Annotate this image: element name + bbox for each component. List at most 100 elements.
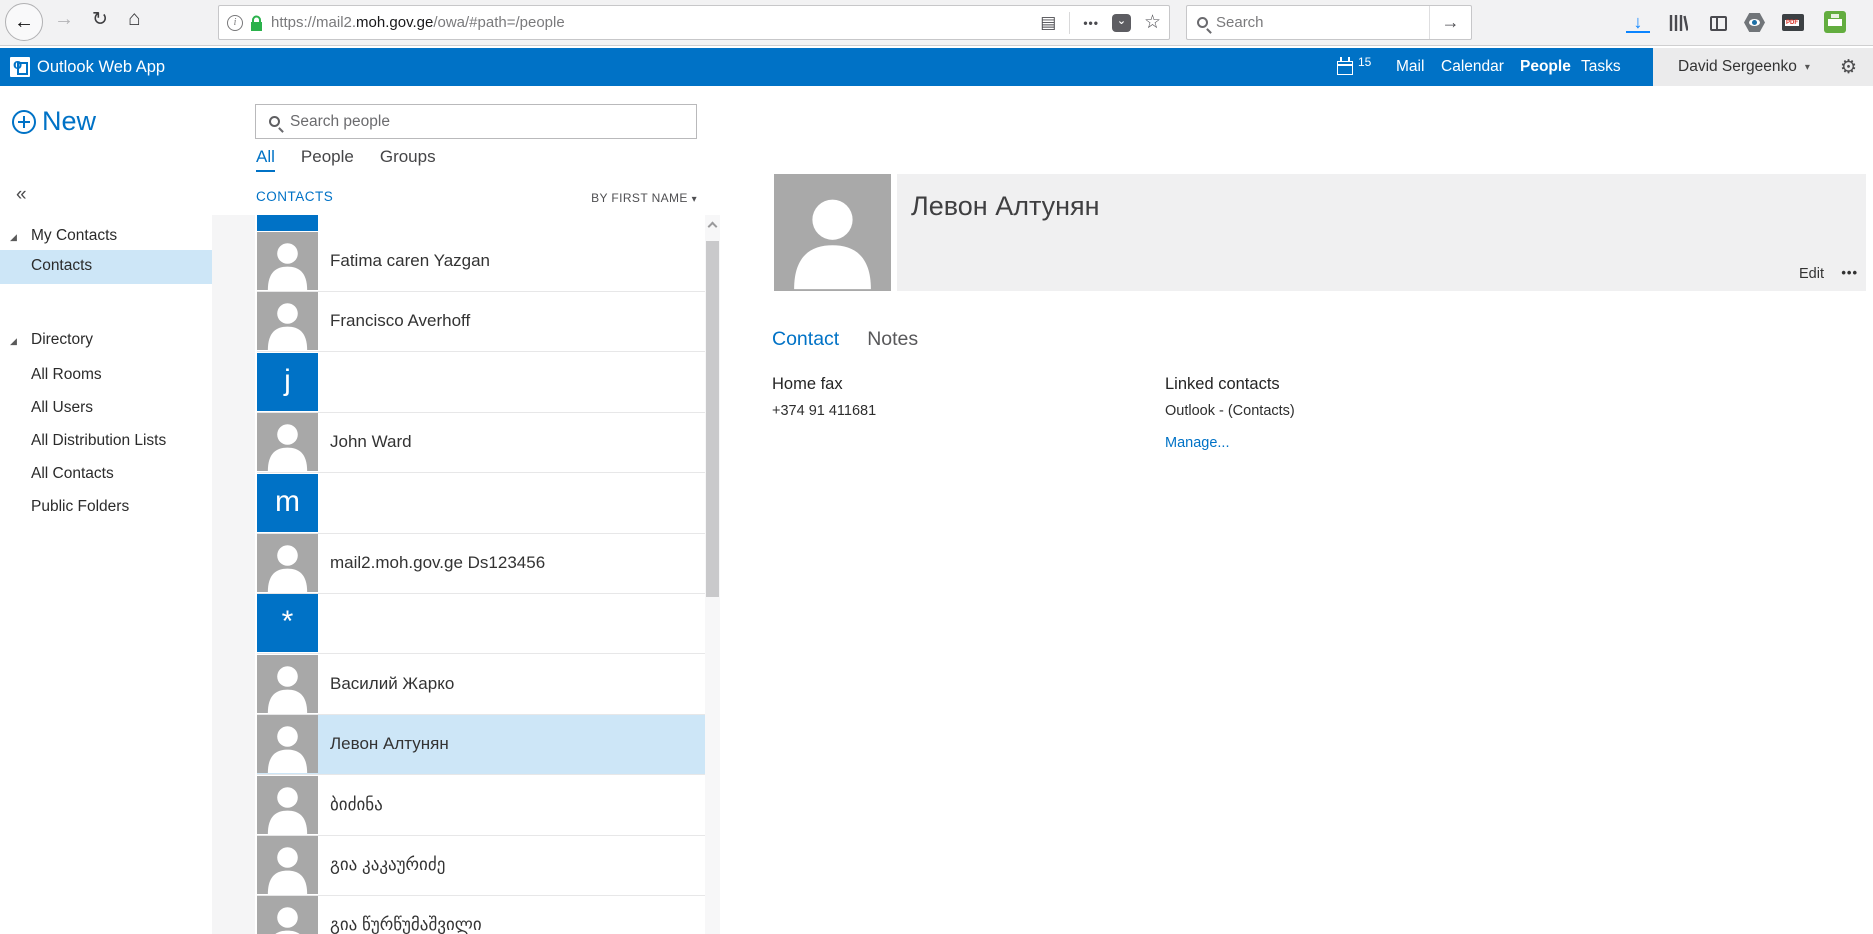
contact-avatar-icon [257, 232, 318, 290]
divider [1069, 12, 1070, 34]
contact-name: ბიძინა [330, 776, 383, 834]
letter-group-tile[interactable]: * [257, 594, 318, 652]
pane-gutter [212, 215, 256, 934]
contact-name: გია წურწუმაშვილი [330, 896, 482, 934]
letter-group-tile[interactable]: m [257, 474, 318, 532]
url-domain: moh.gov.ge [356, 14, 433, 31]
outlook-web-app-window: ← → ↻ ⌂ i https://mail2.moh.gov.ge/owa/#… [0, 0, 1873, 934]
chevron-down-icon: ▾ [1805, 62, 1810, 73]
tab-all[interactable]: All [256, 147, 275, 172]
sidebar-item-all-users[interactable]: All Users [31, 399, 93, 417]
contact-avatar-icon [257, 836, 318, 894]
browser-search-bar[interactable]: → [1186, 5, 1472, 40]
sidebar-item-all-distribution-lists[interactable]: All Distribution Lists [31, 432, 166, 450]
contact-name: გია კაკაურიძე [330, 836, 445, 894]
forward-icon[interactable]: → [54, 8, 74, 31]
pocket-icon[interactable]: ⌄ [1112, 14, 1131, 32]
reload-icon[interactable]: ↻ [92, 8, 108, 31]
sidebar-item-all-contacts[interactable]: All Contacts [31, 465, 114, 483]
list-item[interactable]: Василий Жарко [257, 655, 705, 715]
tab-groups[interactable]: Groups [380, 147, 436, 172]
user-menu[interactable]: David Sergeenko ▾ ⚙ [1653, 48, 1873, 86]
scroll-up-icon[interactable] [708, 222, 718, 232]
nav-mail[interactable]: Mail [1396, 48, 1424, 86]
calendar-reminder-button[interactable]: 15 [1337, 48, 1371, 86]
tab-notes[interactable]: Notes [867, 328, 918, 351]
contact-name: Левон Алтунян [330, 715, 449, 773]
green-print-icon[interactable] [1824, 11, 1846, 33]
expand-triangle-icon[interactable]: ◢ [10, 336, 17, 347]
sort-by-label: BY FIRST NAME [591, 191, 688, 205]
sidebar-item-all-rooms[interactable]: All Rooms [31, 366, 102, 384]
letter-group-tile[interactable]: j [257, 353, 318, 411]
address-bar[interactable]: i https://mail2.moh.gov.ge/owa/#path=/pe… [218, 5, 1170, 40]
search-people-box[interactable] [255, 104, 697, 139]
detail-tabs: Contact Notes [772, 328, 918, 351]
letter-group-row[interactable]: j [257, 353, 705, 413]
sidebar-item-public-folders[interactable]: Public Folders [31, 498, 129, 516]
calendar-icon [1337, 61, 1353, 75]
more-options-icon[interactable]: ••• [1841, 265, 1858, 280]
downloads-icon[interactable]: ↓ [1626, 13, 1650, 33]
new-contact-button[interactable]: New [12, 106, 96, 137]
page-actions-icon[interactable]: ••• [1083, 16, 1099, 30]
collapse-pane-button[interactable]: « [16, 184, 27, 206]
owa-header-bar: Outlook Web App 15 Mail Calendar People … [0, 48, 1873, 86]
manage-link[interactable]: Manage... [1165, 435, 1230, 451]
owa-logo-icon [10, 57, 30, 77]
tab-people[interactable]: People [301, 147, 354, 172]
nav-calendar[interactable]: Calendar [1441, 48, 1504, 86]
nav-tasks[interactable]: Tasks [1581, 48, 1621, 86]
list-item[interactable]: გია წურწუმაშვილი [257, 896, 705, 934]
app-title: Outlook Web App [37, 48, 165, 86]
edit-button[interactable]: Edit [1799, 266, 1824, 282]
home-fax-label: Home fax [772, 375, 843, 394]
home-icon[interactable]: ⌂ [128, 7, 141, 31]
plus-icon [12, 110, 36, 134]
contact-avatar-icon [257, 292, 318, 350]
reader-mode-icon[interactable]: ▤ [1040, 13, 1056, 33]
list-item[interactable]: გია კაკაურიძე [257, 836, 705, 896]
library-icon[interactable] [1666, 11, 1690, 35]
go-arrow-icon[interactable]: → [1429, 6, 1471, 39]
contact-list: Fatima caren Yazgan Francisco Averhoff j… [255, 215, 705, 934]
contact-name: Fatima caren Yazgan [330, 232, 490, 290]
bookmark-star-icon[interactable]: ☆ [1144, 11, 1161, 34]
sort-by-dropdown[interactable]: BY FIRST NAME ▾ [450, 191, 697, 205]
gear-icon[interactable]: ⚙ [1840, 56, 1857, 79]
browser-search-input[interactable] [1208, 14, 1429, 31]
list-item[interactable]: mail2.moh.gov.ge Ds123456 [257, 534, 705, 594]
pdf-printer-icon[interactable] [1782, 14, 1804, 31]
sidebar-item-contacts-label: Contacts [31, 257, 92, 275]
people-filter-tabs: All People Groups [256, 147, 436, 172]
list-item[interactable]: Fatima caren Yazgan [257, 232, 705, 292]
list-item[interactable]: ბიძინა [257, 776, 705, 836]
contact-avatar-icon [257, 715, 318, 773]
list-item-selected[interactable]: Левон Алтунян [257, 715, 705, 775]
letter-group-row[interactable]: m [257, 474, 705, 534]
sidebar-item-my-contacts[interactable]: My Contacts [31, 227, 117, 245]
info-icon[interactable]: i [227, 15, 243, 31]
expand-triangle-icon[interactable]: ◢ [10, 232, 17, 243]
sidebar-toggle-icon[interactable] [1706, 11, 1730, 35]
back-icon[interactable]: ← [5, 3, 43, 41]
letter-group-row[interactable]: * [257, 594, 705, 654]
scrollbar-thumb[interactable] [706, 241, 719, 597]
sidebar-item-directory[interactable]: Directory [31, 331, 93, 349]
calendar-badge: 15 [1358, 55, 1371, 69]
nav-people[interactable]: People [1520, 48, 1571, 86]
new-button-label: New [42, 106, 96, 137]
list-item[interactable]: John Ward [257, 413, 705, 473]
search-people-input[interactable] [280, 113, 696, 131]
contact-avatar-icon [257, 534, 318, 592]
tab-contact[interactable]: Contact [772, 328, 839, 351]
linked-contacts-value: Outlook - (Contacts) [1165, 403, 1295, 419]
letter-group-tile[interactable] [257, 215, 318, 231]
contact-list-scrollbar[interactable] [705, 215, 720, 934]
lock-icon[interactable] [250, 15, 263, 31]
list-item[interactable]: Francisco Averhoff [257, 292, 705, 352]
linked-contacts-label: Linked contacts [1165, 375, 1280, 394]
eye-extension-icon[interactable] [1744, 13, 1765, 32]
detail-header: Левон Алтунян Edit ••• [897, 174, 1866, 291]
search-icon [1197, 17, 1208, 28]
